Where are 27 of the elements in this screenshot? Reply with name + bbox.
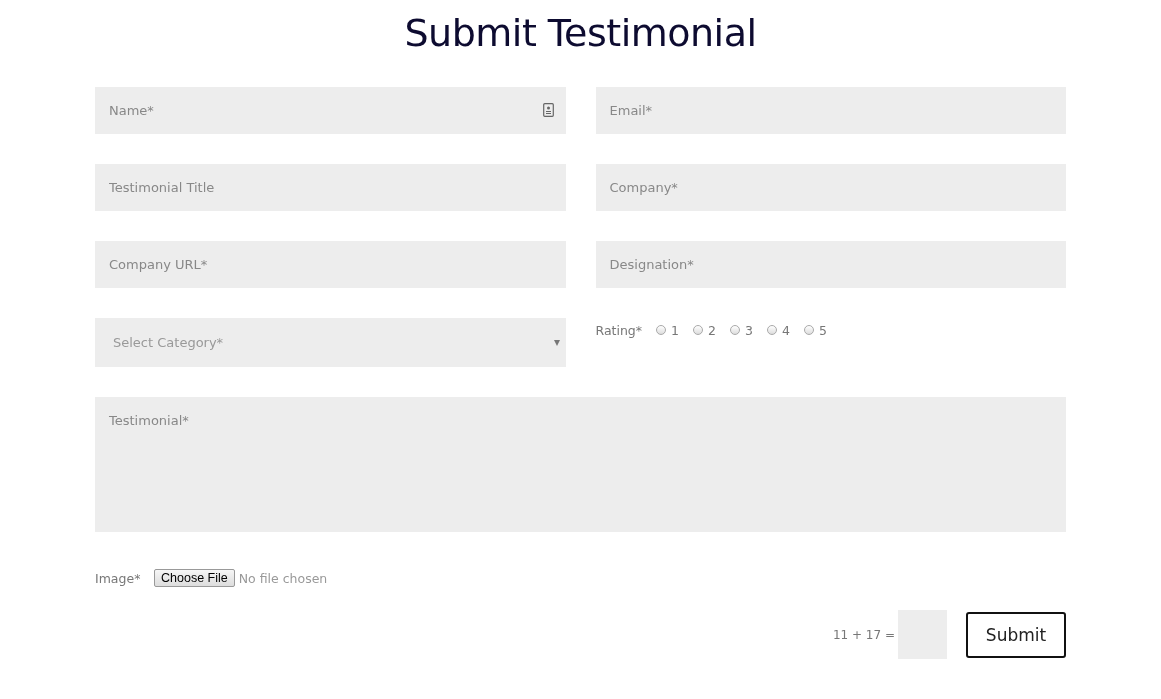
page-title: Submit Testimonial	[403, 10, 758, 57]
radio-button[interactable]	[693, 325, 703, 335]
rating-option[interactable]: 4	[766, 322, 790, 338]
radio-button[interactable]	[656, 325, 667, 335]
contact-card-icon[interactable]	[542, 103, 554, 117]
rating-option[interactable]: 2	[693, 322, 716, 338]
rating-option[interactable]: 5	[803, 322, 827, 338]
dropdown-caret-icon	[553, 339, 560, 346]
radio-button[interactable]	[766, 325, 777, 335]
text-field[interactable]: Email*	[595, 87, 1066, 134]
text-field[interactable]: Testimonial Title	[95, 164, 566, 211]
choose-file-button[interactable]: Choose File	[154, 569, 235, 587]
category-select[interactable]: Select Category*	[95, 318, 566, 367]
radio-button[interactable]	[803, 325, 814, 335]
text-field[interactable]: Company*	[595, 164, 1066, 211]
captcha-question: 11 + 17 =	[832, 627, 895, 642]
file-status: No file chosen	[238, 570, 328, 586]
radio-button[interactable]	[729, 325, 740, 335]
submit-button[interactable]: Submit	[966, 611, 1066, 658]
rating-option[interactable]: 3	[729, 322, 753, 338]
text-field[interactable]: Name*	[95, 87, 566, 134]
rating-option[interactable]: 1	[656, 322, 679, 338]
rating-label: Rating*	[595, 322, 643, 338]
text-field[interactable]: Company URL*	[95, 241, 566, 288]
text-field[interactable]: Designation*	[595, 241, 1066, 288]
image-label: Image*	[95, 570, 142, 586]
testimonial-field[interactable]: Testimonial*	[95, 397, 1066, 532]
